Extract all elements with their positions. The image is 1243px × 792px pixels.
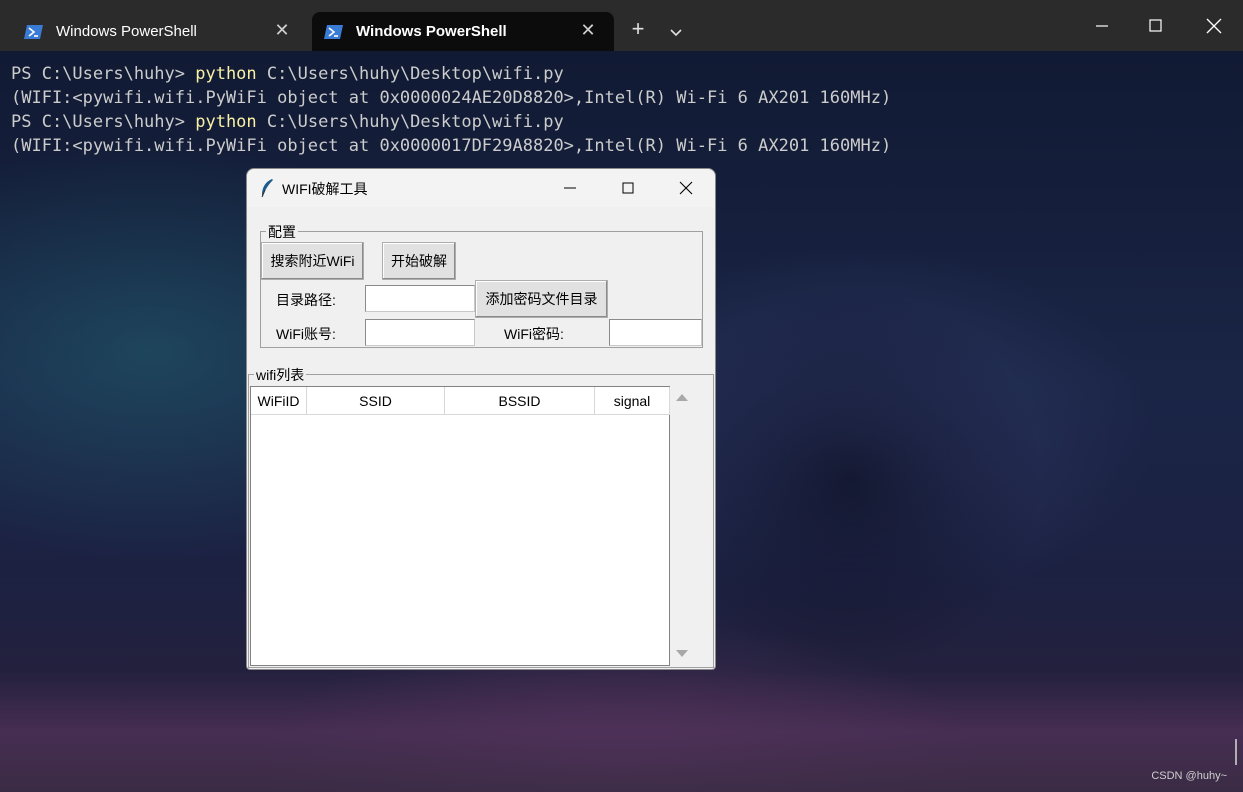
terminal-line: (WIFI:<pywifi.wifi.PyWiFi object at 0x00… (11, 88, 892, 108)
scroll-up-icon[interactable] (676, 394, 688, 401)
table-header: WiFiID SSID BSSID signal (251, 387, 670, 415)
scroll-down-icon[interactable] (676, 650, 688, 657)
terminal-line: (WIFI:<pywifi.wifi.PyWiFi object at 0x00… (11, 136, 892, 156)
watermark: CSDN @huhy~ (1151, 770, 1227, 782)
terminal-output: PS C:\Users\huhy> python C:\Users\huhy\D… (11, 62, 891, 158)
close-icon[interactable] (671, 175, 701, 201)
maximize-icon[interactable] (1136, 6, 1176, 46)
config-legend: 配置 (266, 222, 298, 242)
app-title: WIFI破解工具 (282, 181, 368, 197)
add-dict-button[interactable]: 添加密码文件目录 (475, 280, 608, 318)
wifi-list-scrollbar[interactable] (672, 386, 690, 666)
password-label: WiFi密码: (504, 326, 564, 342)
column-header-bssid[interactable]: BSSID (445, 387, 595, 415)
prompt-text: PS C:\Users\huhy> (11, 112, 196, 132)
command-args: C:\Users\huhy\Desktop\wifi.py (256, 64, 564, 84)
terminal-titlebar: Windows PowerShell ✕ Windows PowerShell … (0, 0, 1243, 51)
wifi-tool-window: WIFI破解工具 配置 搜索附近WiFi 开始破解 目录路径: 添加密码文件目录… (246, 168, 716, 670)
command-text: python (195, 64, 257, 84)
search-wifi-button[interactable]: 搜索附近WiFi (261, 242, 364, 280)
path-input[interactable] (365, 285, 475, 312)
wifi-table[interactable]: WiFiID SSID BSSID signal (250, 386, 670, 666)
column-header-ssid[interactable]: SSID (307, 387, 445, 415)
close-icon[interactable]: ✕ (272, 20, 292, 40)
tab-powershell-2[interactable]: Windows PowerShell ✕ (312, 12, 614, 51)
app-titlebar: WIFI破解工具 (247, 169, 715, 207)
maximize-icon[interactable] (613, 175, 643, 201)
background-ground (0, 671, 1243, 792)
new-tab-button[interactable]: + (626, 18, 650, 42)
path-label: 目录路径: (276, 292, 336, 308)
command-args: C:\Users\huhy\Desktop\wifi.py (256, 112, 564, 132)
start-crack-button[interactable]: 开始破解 (382, 242, 456, 280)
column-header-wifiid[interactable]: WiFiID (251, 387, 307, 415)
close-icon[interactable] (1194, 6, 1234, 46)
terminal-scrollbar[interactable] (1235, 739, 1237, 765)
feather-icon (259, 178, 275, 198)
command-text: python (195, 112, 257, 132)
powershell-icon (24, 23, 44, 41)
minimize-icon[interactable] (1082, 6, 1122, 46)
tab-label: Windows PowerShell (356, 23, 507, 40)
account-input[interactable] (365, 319, 475, 346)
column-header-signal[interactable]: signal (595, 387, 670, 415)
prompt-text: PS C:\Users\huhy> (11, 64, 196, 84)
wifi-list-legend: wifi列表 (254, 365, 307, 385)
close-icon[interactable]: ✕ (578, 20, 598, 40)
tab-label: Windows PowerShell (56, 23, 197, 40)
account-label: WiFi账号: (276, 326, 336, 342)
tab-powershell-1[interactable]: Windows PowerShell ✕ (12, 12, 308, 51)
password-input[interactable] (609, 319, 702, 346)
powershell-icon (324, 23, 344, 41)
terminal-line: PS C:\Users\huhy> python C:\Users\huhy\D… (11, 110, 891, 134)
minimize-icon[interactable] (555, 175, 585, 201)
chevron-down-icon[interactable] (664, 20, 688, 44)
terminal-line: PS C:\Users\huhy> python C:\Users\huhy\D… (11, 62, 891, 86)
